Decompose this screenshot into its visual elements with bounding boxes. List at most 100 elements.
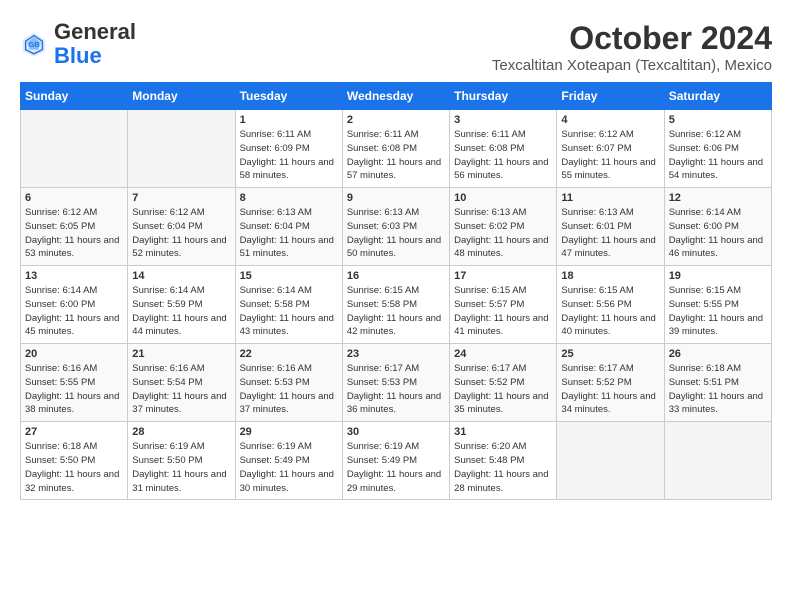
day-number: 2 bbox=[347, 114, 445, 126]
day-info: Sunrise: 6:15 AMSunset: 5:58 PMDaylight:… bbox=[347, 284, 445, 339]
day-info: Sunrise: 6:15 AMSunset: 5:55 PMDaylight:… bbox=[669, 284, 767, 339]
day-info: Sunrise: 6:17 AMSunset: 5:52 PMDaylight:… bbox=[561, 362, 659, 417]
calendar-cell: 23Sunrise: 6:17 AMSunset: 5:53 PMDayligh… bbox=[342, 344, 449, 422]
day-number: 10 bbox=[454, 192, 552, 204]
day-number: 15 bbox=[240, 270, 338, 282]
calendar-cell: 16 Sunrise: 6:15 AMSunset: 5:58 PMDayligh… bbox=[342, 266, 449, 344]
day-number: 14 bbox=[132, 270, 230, 282]
day-info: Sunrise: 6:11 AMSunset: 6:09 PMDaylight:… bbox=[240, 128, 338, 183]
day-info: Sunrise: 6:14 AMSunset: 5:58 PMDaylight:… bbox=[240, 284, 338, 339]
header: GB General Blue October 2024 Texcaltitan… bbox=[20, 20, 772, 74]
calendar-cell: 3 Sunrise: 6:11 AMSunset: 6:08 PMDaylight… bbox=[450, 110, 557, 188]
day-info: Sunrise: 6:12 AMSunset: 6:04 PMDaylight:… bbox=[132, 206, 230, 261]
calendar-cell: 22Sunrise: 6:16 AMSunset: 5:53 PMDayligh… bbox=[235, 344, 342, 422]
calendar-cell bbox=[128, 110, 235, 188]
day-number: 9 bbox=[347, 192, 445, 204]
col-sunday: Sunday bbox=[21, 83, 128, 110]
day-info: Sunrise: 6:15 AMSunset: 5:56 PMDaylight:… bbox=[561, 284, 659, 339]
day-info: Sunrise: 6:13 AMSunset: 6:01 PMDaylight:… bbox=[561, 206, 659, 261]
day-info: Sunrise: 6:17 AMSunset: 5:52 PMDaylight:… bbox=[454, 362, 552, 417]
logo-text: General Blue bbox=[54, 20, 136, 68]
logo-icon: GB bbox=[20, 30, 48, 58]
calendar-week-row-3: 20 Sunrise: 6:16 AMSunset: 5:55 PMDayligh… bbox=[21, 344, 772, 422]
col-tuesday: Tuesday bbox=[235, 83, 342, 110]
day-number: 16 bbox=[347, 270, 445, 282]
calendar-cell: 5Sunrise: 6:12 AMSunset: 6:06 PMDaylight… bbox=[664, 110, 771, 188]
day-number: 25 bbox=[561, 348, 659, 360]
calendar-cell: 30Sunrise: 6:19 AMSunset: 5:49 PMDayligh… bbox=[342, 422, 449, 500]
day-number: 3 bbox=[454, 114, 552, 126]
day-info: Sunrise: 6:18 AMSunset: 5:51 PMDaylight:… bbox=[669, 362, 767, 417]
day-number: 30 bbox=[347, 426, 445, 438]
day-info: Sunrise: 6:11 AMSunset: 6:08 PMDaylight:… bbox=[347, 128, 445, 183]
page: GB General Blue October 2024 Texcaltitan… bbox=[0, 0, 792, 510]
calendar-cell: 14 Sunrise: 6:14 AMSunset: 5:59 PMDayligh… bbox=[128, 266, 235, 344]
day-number: 13 bbox=[25, 270, 123, 282]
day-info: Sunrise: 6:16 AMSunset: 5:54 PMDaylight:… bbox=[132, 362, 230, 417]
day-number: 5 bbox=[669, 114, 767, 126]
calendar-cell: 9 Sunrise: 6:13 AMSunset: 6:03 PMDaylight… bbox=[342, 188, 449, 266]
logo-blue: Blue bbox=[54, 43, 102, 68]
day-number: 8 bbox=[240, 192, 338, 204]
calendar-cell: 28 Sunrise: 6:19 AMSunset: 5:50 PMDayligh… bbox=[128, 422, 235, 500]
col-wednesday: Wednesday bbox=[342, 83, 449, 110]
day-info: Sunrise: 6:19 AMSunset: 5:50 PMDaylight:… bbox=[132, 440, 230, 495]
calendar-cell bbox=[557, 422, 664, 500]
day-info: Sunrise: 6:16 AMSunset: 5:53 PMDaylight:… bbox=[240, 362, 338, 417]
day-number: 27 bbox=[25, 426, 123, 438]
calendar-cell: 10Sunrise: 6:13 AMSunset: 6:02 PMDayligh… bbox=[450, 188, 557, 266]
day-info: Sunrise: 6:14 AMSunset: 5:59 PMDaylight:… bbox=[132, 284, 230, 339]
calendar-cell: 11Sunrise: 6:13 AMSunset: 6:01 PMDayligh… bbox=[557, 188, 664, 266]
day-number: 4 bbox=[561, 114, 659, 126]
calendar-cell: 7 Sunrise: 6:12 AMSunset: 6:04 PMDaylight… bbox=[128, 188, 235, 266]
calendar-cell: 27 Sunrise: 6:18 AMSunset: 5:50 PMDayligh… bbox=[21, 422, 128, 500]
day-number: 31 bbox=[454, 426, 552, 438]
calendar-week-row-0: 1Sunrise: 6:11 AMSunset: 6:09 PMDaylight… bbox=[21, 110, 772, 188]
calendar-cell: 13 Sunrise: 6:14 AMSunset: 6:00 PMDayligh… bbox=[21, 266, 128, 344]
calendar-cell: 8 Sunrise: 6:13 AMSunset: 6:04 PMDaylight… bbox=[235, 188, 342, 266]
day-info: Sunrise: 6:18 AMSunset: 5:50 PMDaylight:… bbox=[25, 440, 123, 495]
day-info: Sunrise: 6:14 AMSunset: 6:00 PMDaylight:… bbox=[669, 206, 767, 261]
logo: GB General Blue bbox=[20, 20, 136, 68]
calendar-cell: 24Sunrise: 6:17 AMSunset: 5:52 PMDayligh… bbox=[450, 344, 557, 422]
col-monday: Monday bbox=[128, 83, 235, 110]
col-saturday: Saturday bbox=[664, 83, 771, 110]
day-info: Sunrise: 6:11 AMSunset: 6:08 PMDaylight:… bbox=[454, 128, 552, 183]
day-info: Sunrise: 6:15 AMSunset: 5:57 PMDaylight:… bbox=[454, 284, 552, 339]
day-info: Sunrise: 6:17 AMSunset: 5:53 PMDaylight:… bbox=[347, 362, 445, 417]
calendar-cell bbox=[664, 422, 771, 500]
day-info: Sunrise: 6:14 AMSunset: 6:00 PMDaylight:… bbox=[25, 284, 123, 339]
calendar-cell: 31 Sunrise: 6:20 AMSunset: 5:48 PMDayligh… bbox=[450, 422, 557, 500]
day-number: 12 bbox=[669, 192, 767, 204]
day-number: 7 bbox=[132, 192, 230, 204]
day-number: 28 bbox=[132, 426, 230, 438]
calendar-cell: 2 Sunrise: 6:11 AMSunset: 6:08 PMDaylight… bbox=[342, 110, 449, 188]
day-info: Sunrise: 6:12 AMSunset: 6:05 PMDaylight:… bbox=[25, 206, 123, 261]
calendar-cell: 29Sunrise: 6:19 AMSunset: 5:49 PMDayligh… bbox=[235, 422, 342, 500]
month-title: October 2024 bbox=[492, 20, 772, 57]
calendar-cell: 17 Sunrise: 6:15 AMSunset: 5:57 PMDayligh… bbox=[450, 266, 557, 344]
day-number: 20 bbox=[25, 348, 123, 360]
location-subtitle: Texcaltitan Xoteapan (Texcaltitan), Mexi… bbox=[492, 57, 772, 74]
day-info: Sunrise: 6:12 AMSunset: 6:07 PMDaylight:… bbox=[561, 128, 659, 183]
col-thursday: Thursday bbox=[450, 83, 557, 110]
calendar-cell: 21Sunrise: 6:16 AMSunset: 5:54 PMDayligh… bbox=[128, 344, 235, 422]
calendar-cell: 6Sunrise: 6:12 AMSunset: 6:05 PMDaylight… bbox=[21, 188, 128, 266]
day-info: Sunrise: 6:13 AMSunset: 6:03 PMDaylight:… bbox=[347, 206, 445, 261]
svg-text:GB: GB bbox=[29, 42, 40, 49]
day-info: Sunrise: 6:20 AMSunset: 5:48 PMDaylight:… bbox=[454, 440, 552, 495]
day-number: 29 bbox=[240, 426, 338, 438]
calendar-cell: 20 Sunrise: 6:16 AMSunset: 5:55 PMDayligh… bbox=[21, 344, 128, 422]
col-friday: Friday bbox=[557, 83, 664, 110]
calendar-week-row-2: 13 Sunrise: 6:14 AMSunset: 6:00 PMDayligh… bbox=[21, 266, 772, 344]
calendar-cell: 18Sunrise: 6:15 AMSunset: 5:56 PMDayligh… bbox=[557, 266, 664, 344]
calendar-cell: 26Sunrise: 6:18 AMSunset: 5:51 PMDayligh… bbox=[664, 344, 771, 422]
calendar-header-row: Sunday Monday Tuesday Wednesday Thursday… bbox=[21, 83, 772, 110]
calendar-cell: 4 Sunrise: 6:12 AMSunset: 6:07 PMDaylight… bbox=[557, 110, 664, 188]
day-info: Sunrise: 6:16 AMSunset: 5:55 PMDaylight:… bbox=[25, 362, 123, 417]
day-number: 17 bbox=[454, 270, 552, 282]
calendar-week-row-4: 27 Sunrise: 6:18 AMSunset: 5:50 PMDayligh… bbox=[21, 422, 772, 500]
calendar-table: Sunday Monday Tuesday Wednesday Thursday… bbox=[20, 82, 772, 500]
day-info: Sunrise: 6:13 AMSunset: 6:04 PMDaylight:… bbox=[240, 206, 338, 261]
title-block: October 2024 Texcaltitan Xoteapan (Texca… bbox=[492, 20, 772, 74]
